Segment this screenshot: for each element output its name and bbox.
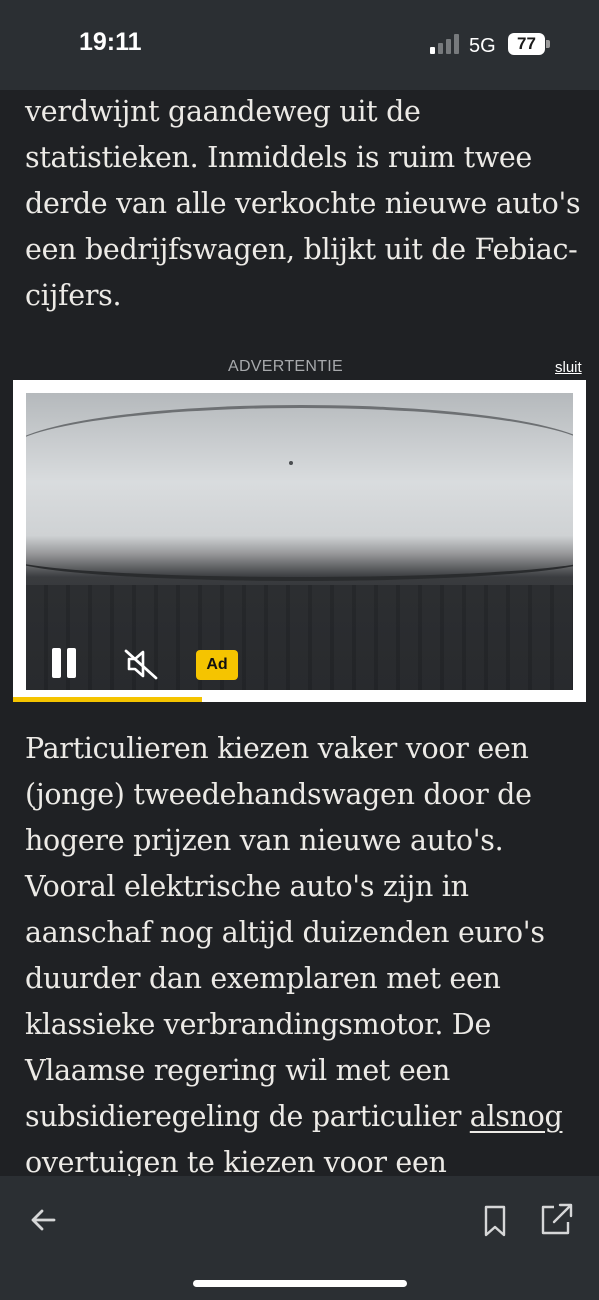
status-bar: 19:11 5G 77 <box>0 0 599 90</box>
ad-progress-fill <box>13 697 203 702</box>
ad-label: ADVERTENTIE <box>227 358 344 375</box>
status-time: 19:11 <box>79 28 142 56</box>
ad-close-link[interactable]: sluit <box>555 359 582 376</box>
car-contour <box>26 521 573 581</box>
screen: 19:11 5G 77 verdwijnt gaandeweg uit de s… <box>0 0 599 1300</box>
ad-badge: Ad <box>196 650 238 680</box>
article-text-segment: Particulieren kiezen vaker voor een (jon… <box>25 732 545 1133</box>
battery-tip <box>546 40 550 48</box>
bookmark-icon[interactable] <box>475 1201 515 1241</box>
car-sensor <box>289 461 293 465</box>
car-contour <box>26 405 573 485</box>
article-paragraph-top: verdwijnt gaandeweg uit de statistieken.… <box>25 95 581 312</box>
battery-level: 77 <box>517 34 536 53</box>
car-grille <box>26 585 573 690</box>
network-type: 5G <box>469 35 496 57</box>
ad-video[interactable]: Ad <box>26 393 573 690</box>
cellular-signal-icon <box>430 33 460 54</box>
article-paragraph-bottom: Particulieren kiezen vaker voor een (jon… <box>25 726 581 1232</box>
ad-video-frame[interactable]: Ad <box>13 380 586 702</box>
pause-icon[interactable] <box>50 648 78 678</box>
back-arrow-icon[interactable] <box>23 1200 63 1240</box>
home-indicator[interactable] <box>193 1280 407 1287</box>
muted-speaker-icon[interactable] <box>123 648 159 680</box>
share-external-icon[interactable] <box>536 1199 576 1239</box>
battery-icon: 77 <box>508 33 545 55</box>
ad-progress-track <box>13 697 586 702</box>
